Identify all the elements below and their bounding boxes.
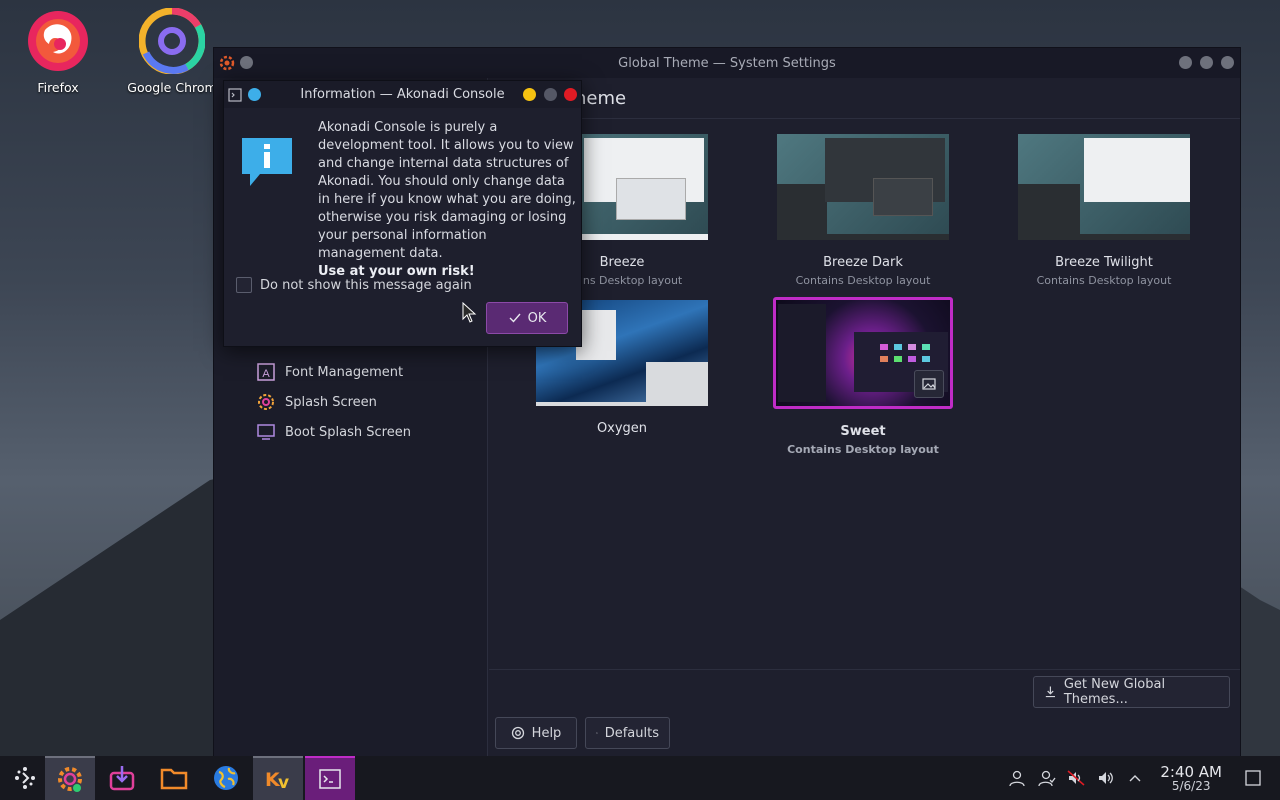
document-icon — [596, 732, 598, 734]
sidebar-item-label: Splash Screen — [285, 394, 377, 410]
taskbar-terminal[interactable] — [305, 756, 355, 800]
sidebar-item-label: Font Management — [285, 364, 404, 380]
dialog-titlebar[interactable]: Information — Akonadi Console — [224, 81, 581, 108]
chrome-icon — [138, 7, 206, 75]
preview-button[interactable] — [914, 370, 944, 398]
dont-show-again-label: Do not show this message again — [260, 277, 472, 293]
taskbar-discover[interactable] — [97, 756, 147, 800]
boot-splash-icon — [256, 422, 276, 442]
theme-subtitle: Contains Desktop layout — [1036, 274, 1172, 287]
clock[interactable]: 2:40 AM 5/6/23 — [1160, 764, 1222, 793]
minimize-button[interactable] — [523, 88, 536, 101]
image-icon — [922, 378, 936, 390]
theme-card-breeze-twilight[interactable]: Breeze Twilight Contains Desktop layout — [1014, 134, 1194, 287]
dialog-message: Akonadi Console is purely a development … — [318, 119, 576, 281]
help-label: Help — [531, 725, 562, 741]
window-menu-button[interactable] — [240, 56, 253, 69]
defaults-button[interactable]: Defaults — [585, 717, 670, 749]
sidebar-item-label: Boot Splash Screen — [285, 424, 411, 440]
title-divider — [489, 118, 1240, 119]
main-window-title: Global Theme — System Settings — [618, 55, 836, 71]
get-new-themes-label: Get New Global Themes... — [1063, 677, 1166, 707]
maximize-button[interactable] — [544, 88, 557, 101]
information-dialog: Information — Akonadi Console Akonadi Co… — [223, 80, 582, 347]
pin-button[interactable] — [248, 88, 261, 101]
app-launcher-icon — [15, 767, 35, 789]
users-icon[interactable] — [1037, 768, 1057, 788]
taskbar-browser[interactable] — [201, 756, 251, 800]
page-title: heme — [575, 88, 627, 109]
theme-thumbnail — [1018, 134, 1190, 240]
dont-show-again-row[interactable]: Do not show this message again — [236, 277, 472, 293]
defaults-label: Defaults — [604, 725, 659, 741]
terminal-icon — [319, 769, 341, 789]
clock-date: 5/6/23 — [1171, 779, 1211, 793]
ok-label: OK — [527, 310, 547, 326]
chrome-desktop-icon[interactable]: Google Chrom — [122, 7, 222, 95]
download-icon — [1045, 686, 1055, 698]
sidebar-item-boot-splash[interactable]: Boot Splash Screen — [256, 422, 411, 442]
theme-name: Sweet — [840, 424, 886, 439]
browser-icon — [214, 766, 238, 790]
theme-card-breeze-dark[interactable]: Breeze Dark Contains Desktop layout — [773, 134, 953, 287]
help-button[interactable]: Help — [495, 717, 577, 749]
theme-name: Breeze Twilight — [1055, 255, 1153, 270]
firefox-icon — [25, 8, 91, 74]
ok-button[interactable]: OK — [486, 302, 568, 334]
user-icon[interactable] — [1007, 768, 1027, 788]
maximize-button[interactable] — [1200, 56, 1213, 69]
theme-name: Oxygen — [596, 421, 648, 436]
theme-thumbnail — [773, 297, 953, 409]
splash-screen-icon — [256, 392, 276, 412]
files-icon — [160, 768, 188, 790]
taskbar: Kv — [0, 756, 1280, 800]
taskbar-system-settings[interactable] — [45, 756, 95, 800]
minimize-button[interactable] — [1179, 56, 1192, 69]
mouse-cursor-icon — [462, 302, 477, 323]
sidebar-item-splash-screen[interactable]: Splash Screen — [256, 392, 377, 412]
firefox-desktop-label: Firefox — [37, 80, 79, 95]
close-button[interactable] — [564, 88, 577, 101]
font-management-icon: A — [256, 362, 276, 382]
clock-time: 2:40 AM — [1160, 763, 1222, 781]
discover-icon — [109, 766, 135, 791]
chevron-up-icon[interactable] — [1125, 768, 1145, 788]
taskbar-files[interactable] — [149, 756, 199, 800]
main-titlebar[interactable]: Global Theme — System Settings — [214, 48, 1240, 78]
theme-subtitle: Contains Desktop layout — [787, 443, 939, 456]
theme-thumbnail — [777, 134, 949, 240]
dialog-message-text: Akonadi Console is purely a development … — [318, 120, 576, 261]
taskbar-kvantum[interactable]: Kv — [253, 756, 303, 800]
app-launcher-button[interactable] — [0, 756, 50, 800]
volume-icon[interactable] — [1096, 768, 1116, 788]
muted-audio-icon[interactable] — [1066, 768, 1086, 788]
chrome-desktop-label: Google Chrom — [127, 80, 217, 95]
bottom-divider — [489, 669, 1240, 670]
firefox-desktop-icon[interactable]: Firefox — [8, 8, 108, 95]
terminal-app-icon — [228, 88, 242, 106]
dont-show-again-checkbox[interactable] — [236, 277, 252, 293]
theme-card-sweet[interactable]: Sweet Contains Desktop layout — [773, 297, 953, 456]
get-new-themes-button[interactable]: Get New Global Themes... — [1033, 676, 1230, 708]
theme-content: heme Breeze ntains Desktop layout Breeze… — [489, 78, 1240, 756]
theme-name: Breeze Dark — [823, 255, 903, 270]
close-button[interactable] — [1221, 56, 1234, 69]
svg-text:v: v — [278, 773, 289, 793]
kvantum-icon: Kv — [265, 769, 289, 793]
help-icon — [511, 726, 524, 740]
show-desktop-button[interactable] — [1243, 768, 1263, 788]
sidebar-item-font-management[interactable]: A Font Management — [256, 362, 403, 382]
system-settings-icon — [58, 767, 82, 792]
theme-subtitle: Contains Desktop layout — [795, 274, 931, 287]
svg-text:A: A — [262, 368, 270, 380]
settings-app-icon — [218, 54, 236, 76]
dialog-title: Information — Akonadi Console — [300, 87, 505, 102]
checkmark-icon — [509, 313, 521, 323]
information-icon — [240, 136, 294, 192]
